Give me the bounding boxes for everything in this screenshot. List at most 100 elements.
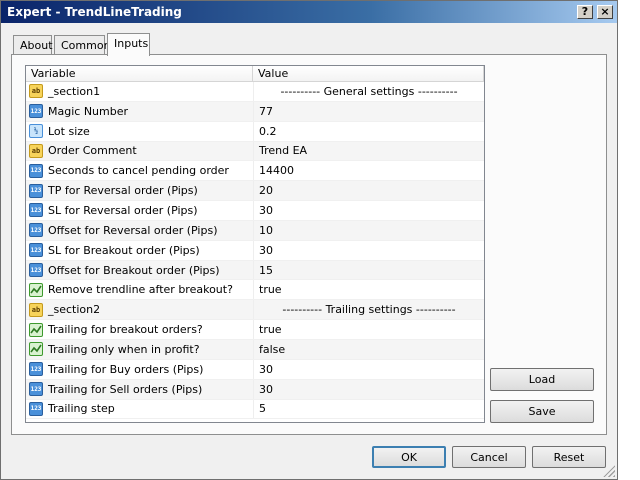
- variable-cell: 123 Offset for Reversal order (Pips): [26, 221, 253, 240]
- inputs-panel: Variable Value ab _section1 ---------- Gen…: [11, 54, 607, 435]
- string-type-icon: ab: [29, 143, 43, 158]
- variable-cell: Remove trendline after breakout?: [26, 280, 253, 299]
- input-row[interactable]: 123 TP for Reversal order (Pips) 20: [26, 181, 484, 202]
- value-cell[interactable]: true: [253, 280, 484, 300]
- value-cell[interactable]: 15: [253, 260, 484, 280]
- grid-header: Variable Value: [26, 66, 484, 82]
- input-row[interactable]: 123 Magic Number 77: [26, 101, 484, 122]
- input-row[interactable]: Trailing for breakout orders? true: [26, 320, 484, 340]
- variable-name: _section2: [48, 303, 101, 317]
- variable-cell: ab _section2: [26, 300, 253, 319]
- boolean-type-icon: [29, 282, 43, 297]
- variable-name: Trailing step: [48, 402, 115, 416]
- variable-name: _section1: [48, 84, 101, 98]
- variable-name: Trailing for breakout orders?: [48, 323, 203, 337]
- save-button[interactable]: Save: [490, 400, 594, 423]
- input-row[interactable]: 123 Seconds to cancel pending order 14400: [26, 161, 484, 182]
- reset-button[interactable]: Reset: [532, 446, 606, 468]
- input-row[interactable]: ab _section2 ---------- Trailing settings …: [26, 300, 484, 321]
- string-type-icon: ab: [29, 84, 43, 99]
- input-row[interactable]: 123 Offset for Reversal order (Pips) 10: [26, 220, 484, 241]
- inputs-grid[interactable]: Variable Value ab _section1 ---------- Gen…: [25, 65, 485, 423]
- variable-name: Order Comment: [48, 144, 137, 158]
- load-button[interactable]: Load: [490, 368, 594, 391]
- string-type-icon: ab: [29, 302, 43, 317]
- value-cell[interactable]: false: [253, 339, 484, 359]
- input-row[interactable]: 123 Offset for Breakout order (Pips) 15: [26, 260, 484, 281]
- variable-name: Magic Number: [48, 104, 129, 118]
- value-cell[interactable]: 30: [253, 201, 484, 220]
- value-cell[interactable]: ---------- Trailing settings ----------: [253, 300, 484, 320]
- value-cell[interactable]: true: [253, 320, 484, 339]
- variable-name: Remove trendline after breakout?: [48, 283, 233, 297]
- integer-type-icon: 123: [29, 163, 43, 178]
- close-button[interactable]: ×: [597, 5, 613, 19]
- variable-name: Seconds to cancel pending order: [48, 164, 229, 178]
- value-cell[interactable]: 5: [253, 399, 484, 419]
- integer-type-icon: 123: [29, 362, 43, 377]
- variable-name: Trailing only when in profit?: [48, 342, 200, 356]
- value-cell[interactable]: 30: [253, 379, 484, 399]
- integer-type-icon: 123: [29, 203, 43, 218]
- integer-type-icon: 123: [29, 243, 43, 258]
- integer-type-icon: 123: [29, 183, 43, 198]
- variable-cell: 123 Trailing step: [26, 400, 253, 419]
- value-cell[interactable]: 20: [253, 181, 484, 201]
- tab-common[interactable]: Common: [54, 35, 111, 55]
- value-cell[interactable]: 30: [253, 240, 484, 260]
- variable-cell: 123 Seconds to cancel pending order: [26, 161, 253, 180]
- variable-cell: Trailing for breakout orders?: [26, 320, 253, 339]
- value-cell[interactable]: Trend EA: [253, 141, 484, 161]
- input-row[interactable]: ½ Lot size 0.2: [26, 121, 484, 142]
- integer-type-icon: 123: [29, 104, 43, 119]
- value-cell[interactable]: 30: [253, 359, 484, 379]
- help-button[interactable]: ?: [577, 5, 593, 19]
- value-cell[interactable]: ---------- General settings ----------: [253, 82, 484, 101]
- column-header-value[interactable]: Value: [253, 66, 484, 82]
- value-cell[interactable]: 10: [253, 220, 484, 240]
- grid-body: ab _section1 ---------- General settings -…: [26, 82, 484, 420]
- variable-cell: 123 Trailing for Sell orders (Pips): [26, 380, 253, 399]
- tab-about[interactable]: About: [13, 35, 53, 55]
- input-row[interactable]: Remove trendline after breakout? true: [26, 280, 484, 301]
- variable-name: Lot size: [48, 124, 90, 138]
- integer-type-icon: 123: [29, 401, 43, 416]
- tab-inputs[interactable]: Inputs: [107, 33, 150, 56]
- ok-button[interactable]: OK: [372, 446, 446, 468]
- column-header-variable[interactable]: Variable: [26, 66, 253, 82]
- value-cell[interactable]: 77: [253, 101, 484, 121]
- variable-name: SL for Reversal order (Pips): [48, 203, 198, 217]
- title-bar[interactable]: Expert - TrendLineTrading ? ×: [1, 1, 617, 23]
- input-row[interactable]: 123 SL for Breakout order (Pips) 30: [26, 240, 484, 261]
- input-row[interactable]: 123 Trailing for Sell orders (Pips) 30: [26, 379, 484, 400]
- variable-cell: 123 SL for Breakout order (Pips): [26, 241, 253, 260]
- input-row[interactable]: 123 Trailing for Buy orders (Pips) 30: [26, 359, 484, 380]
- variable-cell: 123 Trailing for Buy orders (Pips): [26, 360, 253, 379]
- input-row[interactable]: ab Order Comment Trend EA: [26, 141, 484, 162]
- variable-cell: ab Order Comment: [26, 142, 253, 161]
- double-type-icon: ½: [29, 124, 43, 139]
- input-row[interactable]: 123 SL for Reversal order (Pips) 30: [26, 201, 484, 221]
- variable-cell: ½ Lot size: [26, 122, 253, 141]
- cancel-button[interactable]: Cancel: [452, 446, 526, 468]
- expert-dialog: Expert - TrendLineTrading ? × About Comm…: [0, 0, 618, 480]
- input-row[interactable]: 123 Trailing step 5: [26, 399, 484, 420]
- variable-cell: ab _section1: [26, 82, 253, 101]
- variable-name: TP for Reversal order (Pips): [48, 184, 198, 198]
- variable-name: SL for Breakout order (Pips): [48, 243, 200, 257]
- variable-cell: 123 Magic Number: [26, 102, 253, 121]
- value-cell[interactable]: 14400: [253, 161, 484, 181]
- integer-type-icon: 123: [29, 223, 43, 238]
- input-row[interactable]: Trailing only when in profit? false: [26, 339, 484, 360]
- variable-name: Trailing for Buy orders (Pips): [48, 362, 204, 376]
- integer-type-icon: 123: [29, 382, 43, 397]
- variable-cell: Trailing only when in profit?: [26, 340, 253, 359]
- variable-cell: 123 TP for Reversal order (Pips): [26, 181, 253, 200]
- variable-cell: 123 SL for Reversal order (Pips): [26, 201, 253, 220]
- input-row[interactable]: ab _section1 ---------- General settings -…: [26, 82, 484, 102]
- resize-grip-icon[interactable]: [603, 465, 615, 477]
- variable-name: Offset for Reversal order (Pips): [48, 223, 218, 237]
- integer-type-icon: 123: [29, 263, 43, 278]
- variable-name: Offset for Breakout order (Pips): [48, 263, 220, 277]
- value-cell[interactable]: 0.2: [253, 121, 484, 141]
